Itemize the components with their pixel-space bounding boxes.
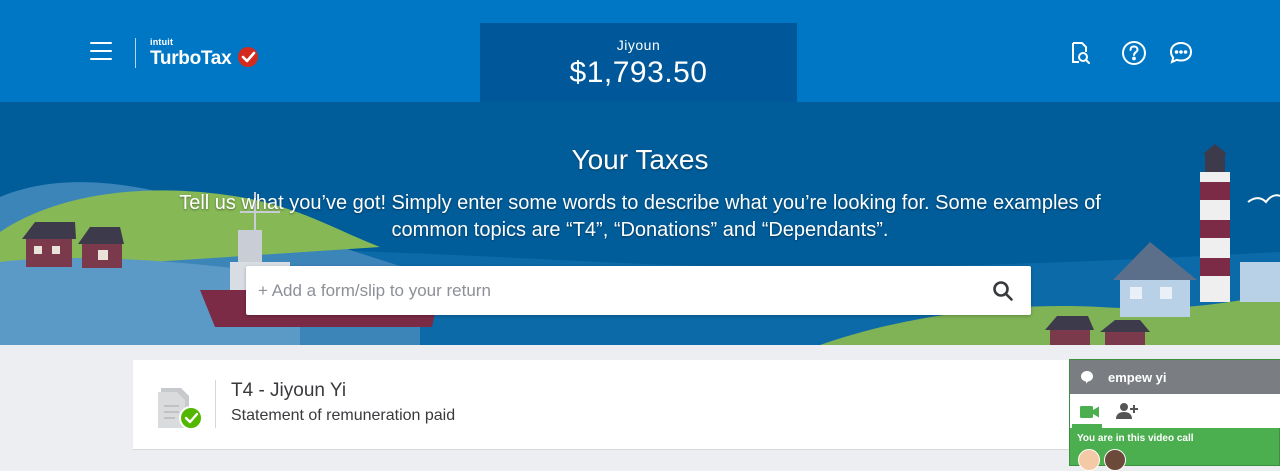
- form-list-item[interactable]: T4 - Jiyoun Yi Statement of remuneration…: [133, 360, 1093, 450]
- menu-icon[interactable]: [90, 42, 112, 62]
- logo-product: TurboTax: [150, 48, 232, 69]
- logo-company: intuit: [150, 37, 174, 47]
- document-search-icon[interactable]: [1067, 40, 1093, 66]
- avatar[interactable]: [1104, 449, 1126, 471]
- card-divider: [215, 380, 216, 428]
- hangout-status-message: You are in this video call: [1077, 433, 1194, 444]
- page-title: Your Taxes: [571, 144, 709, 175]
- form-subtitle: Statement of remuneration paid: [231, 407, 456, 424]
- hangout-header[interactable]: empew yi: [1070, 360, 1280, 394]
- checkmark-logo-icon: [237, 47, 258, 67]
- document-complete-icon: [155, 384, 205, 432]
- hero-banner: Your Taxes Tell us what you’ve got! Simp…: [0, 102, 1280, 345]
- refund-name: Jiyoun: [616, 37, 661, 53]
- add-form-search-input[interactable]: [258, 266, 978, 315]
- hangout-toolbar: [1070, 394, 1280, 428]
- hangout-contact-name: empew yi: [1108, 370, 1167, 385]
- video-call-icon[interactable]: [1080, 405, 1100, 419]
- add-person-icon[interactable]: [1116, 402, 1138, 420]
- refund-meter[interactable]: Jiyoun $1,793.50: [480, 23, 797, 103]
- hangouts-bubble-icon: [1081, 371, 1093, 384]
- search-bar: [246, 266, 1031, 315]
- refund-amount: $1,793.50: [569, 56, 708, 89]
- search-icon[interactable]: [991, 279, 1015, 303]
- chat-icon[interactable]: [1168, 40, 1194, 66]
- avatar[interactable]: [1078, 449, 1100, 471]
- hero-description: Tell us what you’ve got! Simply enter so…: [179, 192, 1101, 241]
- help-icon[interactable]: [1121, 40, 1147, 66]
- house-right-1: [1113, 242, 1197, 317]
- house-left-1: [22, 222, 76, 267]
- header-divider: [135, 38, 136, 68]
- top-bar: intuit TurboTax Jiyoun $1,793.50: [0, 0, 1280, 103]
- video-tab-indicator: [1072, 424, 1102, 428]
- turbotax-logo[interactable]: intuit TurboTax: [150, 38, 258, 69]
- hangouts-popup: empew yi You are in this video call: [1069, 359, 1280, 471]
- form-title: T4 - Jiyoun Yi: [231, 380, 347, 401]
